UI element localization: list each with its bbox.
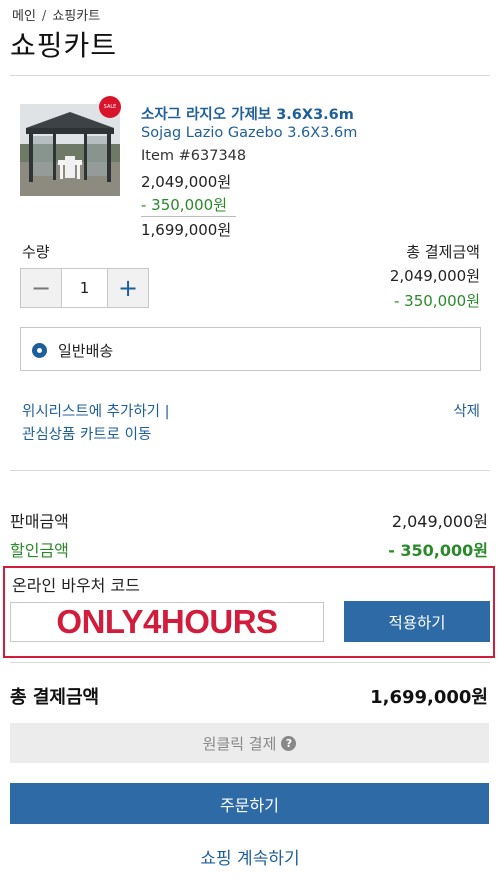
divider bbox=[10, 662, 490, 663]
divider bbox=[10, 470, 490, 471]
price-divider bbox=[141, 216, 236, 217]
line-total-original: 2,049,000원 bbox=[389, 267, 480, 285]
apply-voucher-button[interactable]: 적용하기 bbox=[344, 601, 490, 642]
sale-badge: SALE bbox=[99, 96, 121, 118]
discount-amount-row: 할인금액 - 350,000원 bbox=[10, 537, 488, 561]
voucher-section: 온라인 바우처 코드 ONLY4HOURS 적용하기 bbox=[3, 566, 495, 658]
delete-link[interactable]: 삭제 bbox=[453, 400, 480, 421]
one-click-pay-label: 원클릭 결제 bbox=[202, 734, 277, 753]
quantity-increase-button[interactable]: + bbox=[108, 269, 148, 307]
divider bbox=[10, 75, 490, 76]
breadcrumb-separator: / bbox=[41, 9, 47, 24]
radio-dot-icon bbox=[37, 348, 42, 353]
breadcrumb-home-link[interactable]: 메인 bbox=[12, 9, 36, 24]
quantity-label: 수량 bbox=[22, 243, 50, 261]
total-value: 1,699,000원 bbox=[370, 687, 488, 708]
plus-icon: + bbox=[117, 274, 139, 302]
product-image[interactable] bbox=[20, 104, 120, 196]
page-title: 쇼핑카트 bbox=[10, 29, 118, 62]
voucher-label: 온라인 바우처 코드 bbox=[12, 576, 140, 595]
quantity-stepper: − 1 + bbox=[20, 268, 149, 308]
one-click-pay-button[interactable]: 원클릭 결제 ? bbox=[10, 723, 489, 763]
voucher-code-input[interactable]: ONLY4HOURS bbox=[10, 602, 324, 642]
gazebo-photo-icon bbox=[20, 104, 120, 196]
move-to-cart-link[interactable]: 관심상품 카트로 이동 bbox=[22, 423, 151, 444]
product-name-ko-link[interactable]: 소자그 라지오 가제보 3.6X3.6m bbox=[141, 103, 354, 124]
shipping-label: 일반배송 bbox=[58, 342, 114, 360]
total-label: 총 결제금액 bbox=[10, 687, 100, 708]
shipping-option[interactable]: 일반배송 bbox=[20, 327, 481, 371]
minus-icon: − bbox=[30, 274, 52, 302]
add-to-wishlist-link[interactable]: 위시리스트에 추가하기 | bbox=[22, 400, 170, 421]
product-final-price: 1,699,000원 bbox=[141, 221, 232, 239]
question-circle-icon[interactable]: ? bbox=[281, 735, 297, 751]
product-price: 2,049,000원 bbox=[141, 173, 232, 191]
breadcrumb-current[interactable]: 쇼핑카트 bbox=[52, 9, 100, 24]
continue-shopping-link[interactable]: 쇼핑 계속하기 bbox=[0, 844, 500, 869]
sale-amount-value: 2,049,000원 bbox=[391, 512, 488, 531]
total-row: 총 결제금액 1,699,000원 bbox=[10, 683, 488, 709]
breadcrumb: 메인 / 쇼핑카트 bbox=[12, 5, 100, 24]
product-discount: - 350,000원 bbox=[141, 196, 228, 214]
product-name-en-link[interactable]: Sojag Lazio Gazebo 3.6X3.6m bbox=[141, 125, 357, 141]
product-item-number: Item #637348 bbox=[141, 148, 247, 164]
line-total-label: 총 결제금액 bbox=[406, 243, 480, 261]
quantity-decrease-button[interactable]: − bbox=[21, 269, 61, 307]
line-total-discount: - 350,000원 bbox=[393, 292, 480, 310]
shipping-radio[interactable] bbox=[32, 343, 47, 358]
discount-amount-label: 할인금액 bbox=[10, 541, 69, 560]
sale-amount-row: 판매금액 2,049,000원 bbox=[10, 508, 488, 532]
discount-amount-value: - 350,000원 bbox=[388, 541, 488, 560]
sale-amount-label: 판매금액 bbox=[10, 512, 69, 531]
order-button[interactable]: 주문하기 bbox=[10, 783, 489, 824]
quantity-input[interactable]: 1 bbox=[61, 269, 108, 307]
